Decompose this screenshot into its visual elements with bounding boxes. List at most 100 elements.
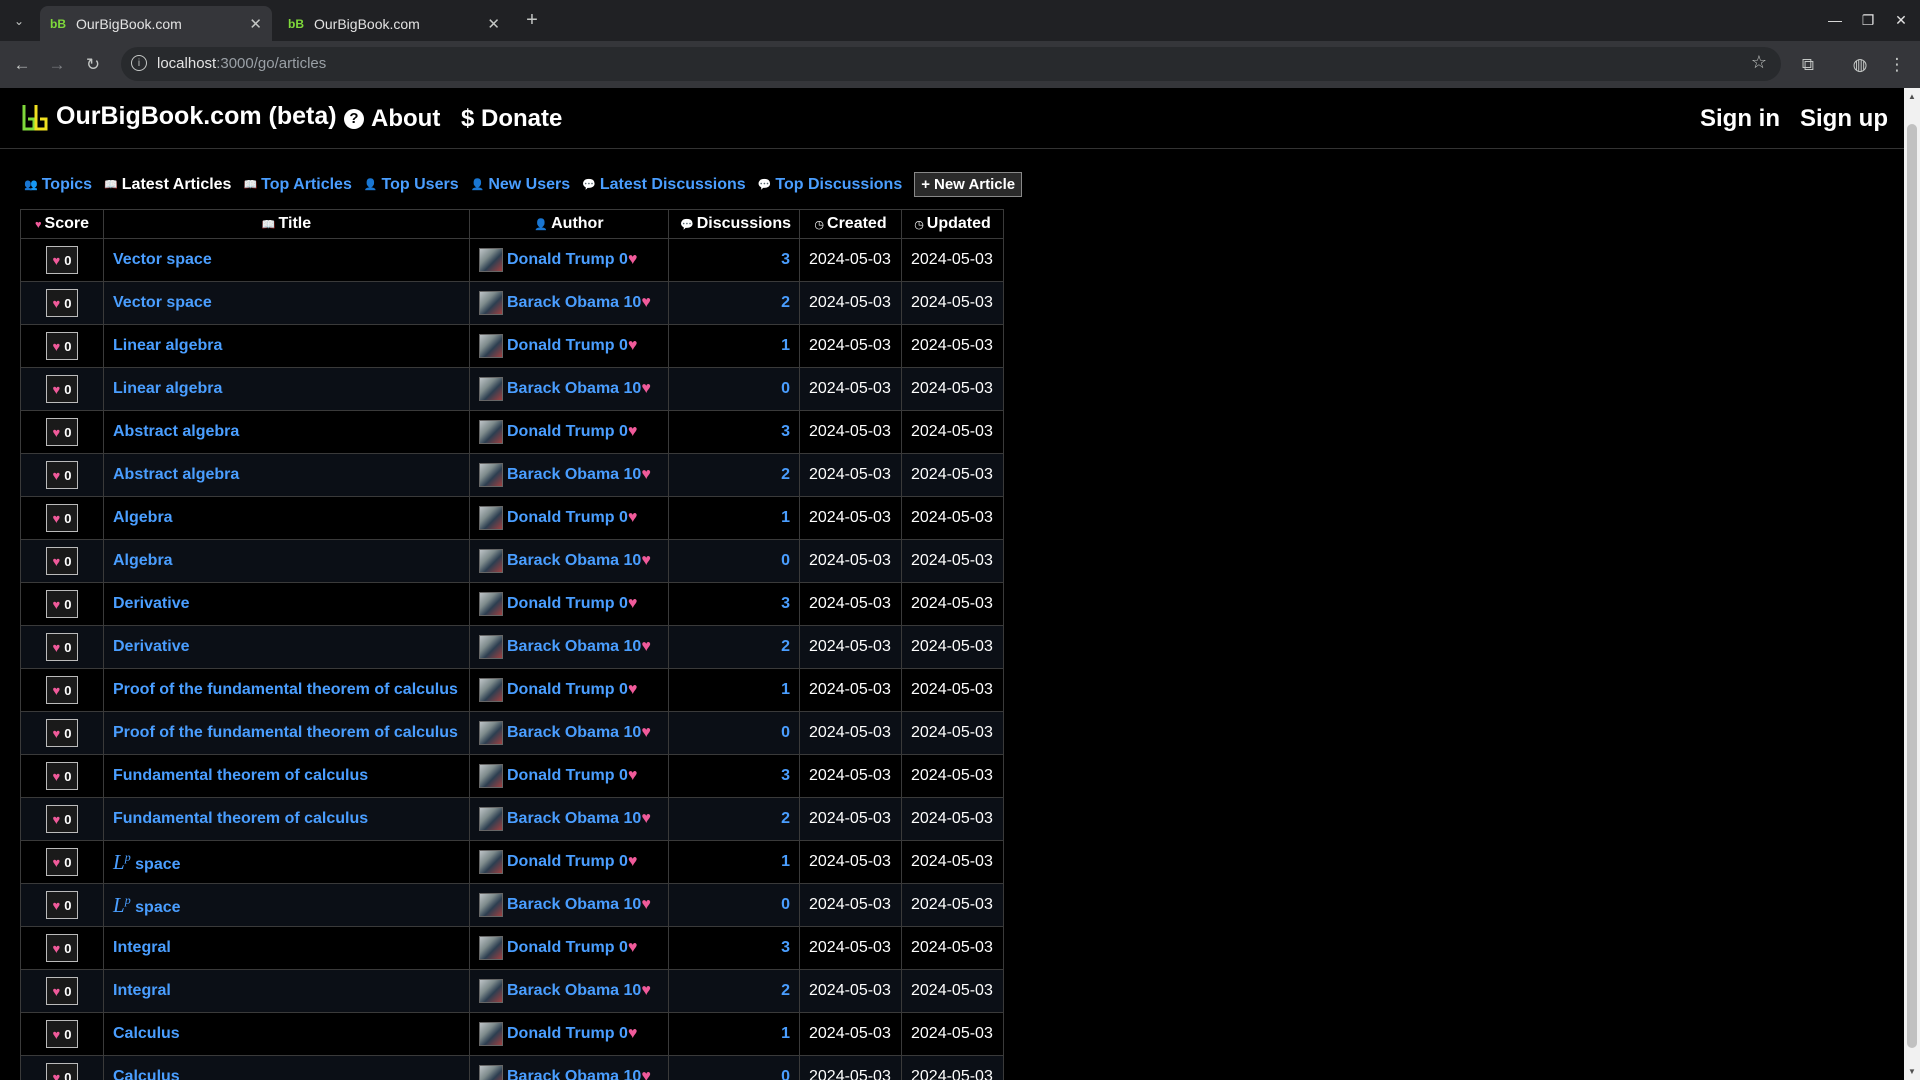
discussions-header[interactable]: 💬 Discussions <box>668 209 800 239</box>
author-link[interactable]: Barack Obama 10♥ <box>507 552 651 570</box>
sign-up-link[interactable]: Sign up <box>1800 105 1888 133</box>
article-title-link[interactable]: Proof of the fundamental theorem of calc… <box>113 681 458 698</box>
author-link[interactable]: Donald Trump 0♥ <box>507 853 637 871</box>
author-link[interactable]: Donald Trump 0♥ <box>507 1025 637 1043</box>
close-tab-icon[interactable]: ✕ <box>487 15 500 33</box>
browser-tab-2[interactable]: bB OurBigBook.com ✕ <box>278 6 510 41</box>
new-tab-icon[interactable]: + <box>520 8 544 32</box>
scroll-up-icon[interactable]: ▲ <box>1908 92 1916 101</box>
updated-header[interactable]: ◷ Updated <box>901 209 1004 239</box>
tab-top-users[interactable]: 👤 Top Users <box>364 176 459 194</box>
bookmark-star-icon[interactable]: ☆ <box>1751 52 1767 73</box>
avatar[interactable] <box>479 764 503 788</box>
discussions-count-link[interactable]: 1 <box>781 337 790 354</box>
like-button[interactable]: ♥ 0 <box>46 762 78 790</box>
minimize-icon[interactable]: — <box>1820 8 1850 32</box>
discussions-count-link[interactable]: 3 <box>781 251 790 268</box>
discussions-count-link[interactable]: 0 <box>781 380 790 397</box>
like-button[interactable]: ♥ 0 <box>46 504 78 532</box>
site-info-icon[interactable]: i <box>131 55 147 71</box>
article-title-link[interactable]: Proof of the fundamental theorem of calc… <box>113 724 458 741</box>
like-button[interactable]: ♥ 0 <box>46 289 78 317</box>
about-link[interactable]: ? About <box>344 105 440 133</box>
like-button[interactable]: ♥ 0 <box>46 246 78 274</box>
avatar[interactable] <box>479 420 503 444</box>
article-title-link[interactable]: Integral <box>113 939 171 956</box>
article-title-link[interactable]: Lp space <box>113 850 181 874</box>
tab-latest-discussions[interactable]: 💬 Latest Discussions <box>582 176 746 194</box>
author-link[interactable]: Donald Trump 0♥ <box>507 423 637 441</box>
avatar[interactable] <box>479 377 503 401</box>
author-link[interactable]: Barack Obama 10♥ <box>507 724 651 742</box>
article-title-link[interactable]: Derivative <box>113 595 190 612</box>
avatar[interactable] <box>479 807 503 831</box>
like-button[interactable]: ♥ 0 <box>46 1020 78 1048</box>
like-button[interactable]: ♥ 0 <box>46 332 78 360</box>
like-button[interactable]: ♥ 0 <box>46 418 78 446</box>
discussions-count-link[interactable]: 2 <box>781 294 790 311</box>
tab-top-articles[interactable]: 📖 Top Articles <box>243 176 351 194</box>
avatar[interactable] <box>479 936 503 960</box>
sign-in-link[interactable]: Sign in <box>1700 105 1780 133</box>
author-header[interactable]: 👤 Author <box>469 209 669 239</box>
avatar[interactable] <box>479 979 503 1003</box>
discussions-count-link[interactable]: 3 <box>781 767 790 784</box>
profile-icon[interactable]: ◍ <box>1848 53 1872 77</box>
author-link[interactable]: Donald Trump 0♥ <box>507 939 637 957</box>
discussions-count-link[interactable]: 0 <box>781 724 790 741</box>
like-button[interactable]: ♥ 0 <box>46 719 78 747</box>
avatar[interactable] <box>479 291 503 315</box>
author-link[interactable]: Barack Obama 10♥ <box>507 810 651 828</box>
avatar[interactable] <box>479 549 503 573</box>
discussions-count-link[interactable]: 0 <box>781 1068 790 1080</box>
discussions-count-link[interactable]: 2 <box>781 982 790 999</box>
discussions-count-link[interactable]: 2 <box>781 638 790 655</box>
new-article-button[interactable]: + New Article <box>914 172 1023 197</box>
article-title-link[interactable]: Linear algebra <box>113 380 222 397</box>
avatar[interactable] <box>479 678 503 702</box>
discussions-count-link[interactable]: 0 <box>781 896 790 913</box>
article-title-link[interactable]: Lp space <box>113 893 181 917</box>
like-button[interactable]: ♥ 0 <box>46 848 78 876</box>
article-title-link[interactable]: Calculus <box>113 1025 180 1042</box>
restore-icon[interactable]: ❐ <box>1853 8 1883 32</box>
article-title-link[interactable]: Linear algebra <box>113 337 222 354</box>
discussions-count-link[interactable]: 3 <box>781 423 790 440</box>
avatar[interactable] <box>479 1022 503 1046</box>
discussions-count-link[interactable]: 3 <box>781 595 790 612</box>
scrollbar-thumb[interactable] <box>1907 124 1917 1048</box>
author-link[interactable]: Barack Obama 10♥ <box>507 380 651 398</box>
author-link[interactable]: Barack Obama 10♥ <box>507 638 651 656</box>
author-link[interactable]: Barack Obama 10♥ <box>507 294 651 312</box>
avatar[interactable] <box>479 850 503 874</box>
discussions-count-link[interactable]: 1 <box>781 509 790 526</box>
like-button[interactable]: ♥ 0 <box>46 547 78 575</box>
title-header[interactable]: 📖 Title <box>103 209 470 239</box>
tab-topics[interactable]: 👥 Topics <box>24 176 92 194</box>
article-title-link[interactable]: Fundamental theorem of calculus <box>113 810 368 827</box>
discussions-count-link[interactable]: 3 <box>781 939 790 956</box>
avatar[interactable] <box>479 463 503 487</box>
tab-search-icon[interactable]: ⌄ <box>8 10 30 32</box>
like-button[interactable]: ♥ 0 <box>46 805 78 833</box>
avatar[interactable] <box>479 506 503 530</box>
like-button[interactable]: ♥ 0 <box>46 934 78 962</box>
article-title-link[interactable]: Vector space <box>113 251 212 268</box>
avatar[interactable] <box>479 721 503 745</box>
page-scrollbar[interactable]: ▲ ▼ <box>1904 88 1920 1080</box>
window-close-icon[interactable]: ✕ <box>1886 8 1916 32</box>
extensions-icon[interactable]: ⧉ <box>1796 53 1820 77</box>
reload-icon[interactable]: ↻ <box>80 52 106 78</box>
author-link[interactable]: Barack Obama 10♥ <box>507 1068 651 1080</box>
article-title-link[interactable]: Algebra <box>113 509 173 526</box>
avatar[interactable] <box>479 1065 503 1080</box>
scroll-down-icon[interactable]: ▼ <box>1908 1067 1916 1076</box>
discussions-count-link[interactable]: 1 <box>781 853 790 870</box>
like-button[interactable]: ♥ 0 <box>46 1063 78 1080</box>
author-link[interactable]: Donald Trump 0♥ <box>507 509 637 527</box>
article-title-link[interactable]: Vector space <box>113 294 212 311</box>
author-link[interactable]: Donald Trump 0♥ <box>507 767 637 785</box>
like-button[interactable]: ♥ 0 <box>46 676 78 704</box>
menu-icon[interactable]: ⋮ <box>1885 53 1909 77</box>
author-link[interactable]: Donald Trump 0♥ <box>507 251 637 269</box>
